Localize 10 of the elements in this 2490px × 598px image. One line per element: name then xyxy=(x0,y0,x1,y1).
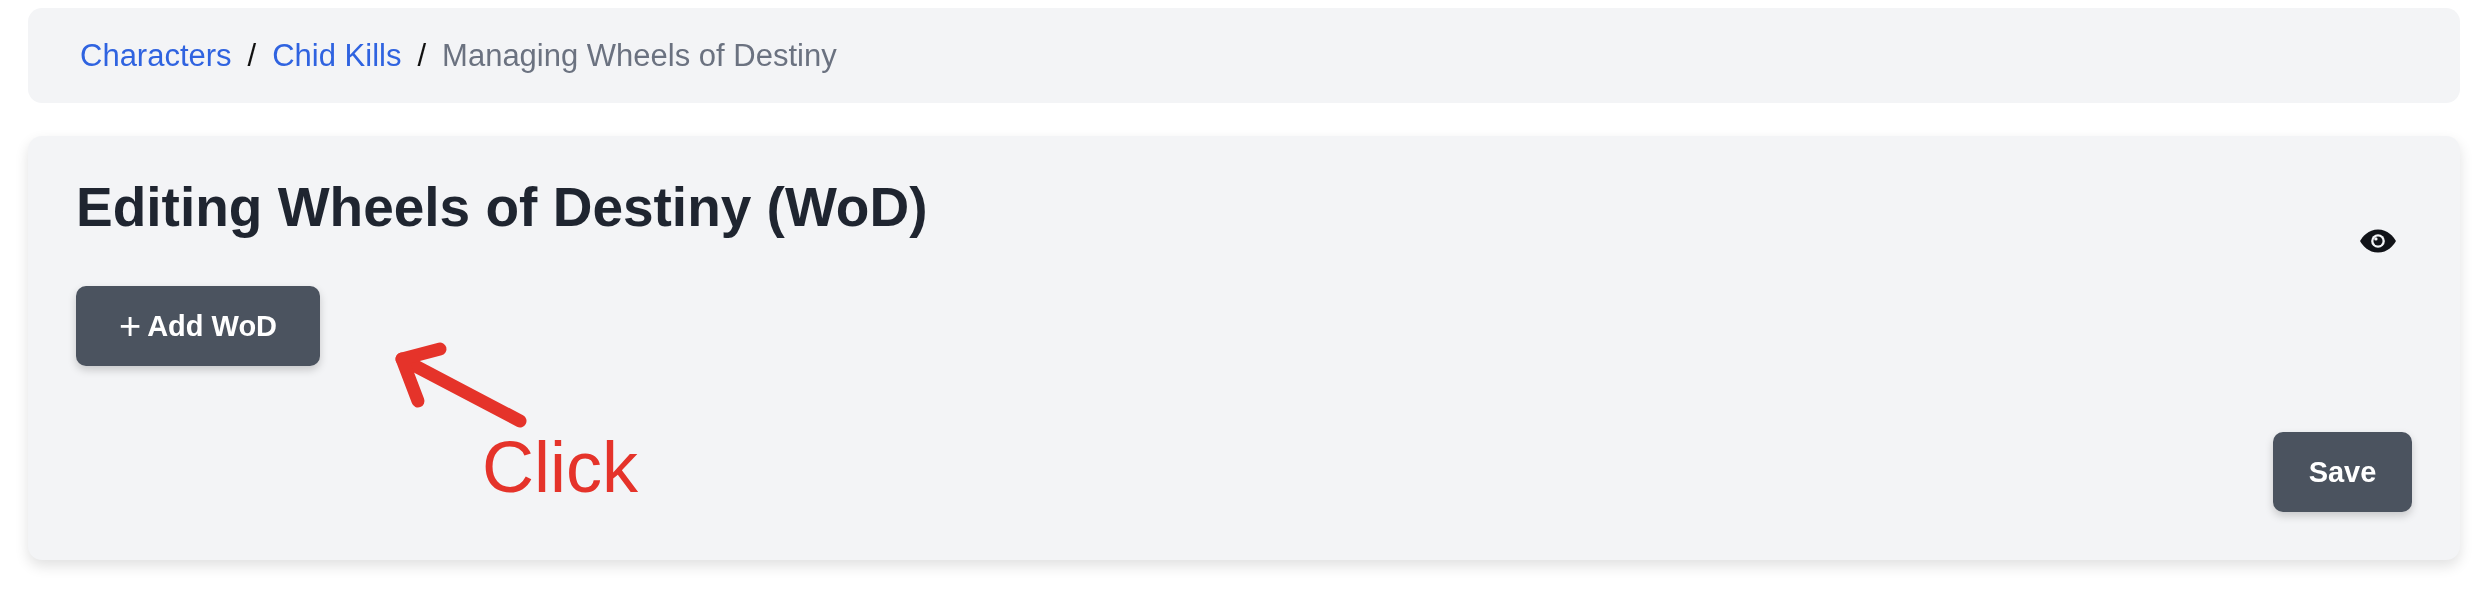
eye-icon[interactable] xyxy=(2359,228,2397,254)
add-button[interactable]: +Add WoD xyxy=(76,286,320,366)
annotation-text: Click xyxy=(482,426,638,508)
breadcrumb-link[interactable]: Characters xyxy=(80,37,232,74)
breadcrumb-current: Managing Wheels of Destiny xyxy=(442,37,837,74)
breadcrumb-separator: / xyxy=(247,37,257,74)
save-button[interactable]: Save xyxy=(2273,432,2412,512)
breadcrumb-link[interactable]: Chid Kills xyxy=(272,37,402,74)
page-title: Editing Wheels of Destiny (WoD) xyxy=(76,175,928,240)
breadcrumb-separator: / xyxy=(417,37,427,74)
